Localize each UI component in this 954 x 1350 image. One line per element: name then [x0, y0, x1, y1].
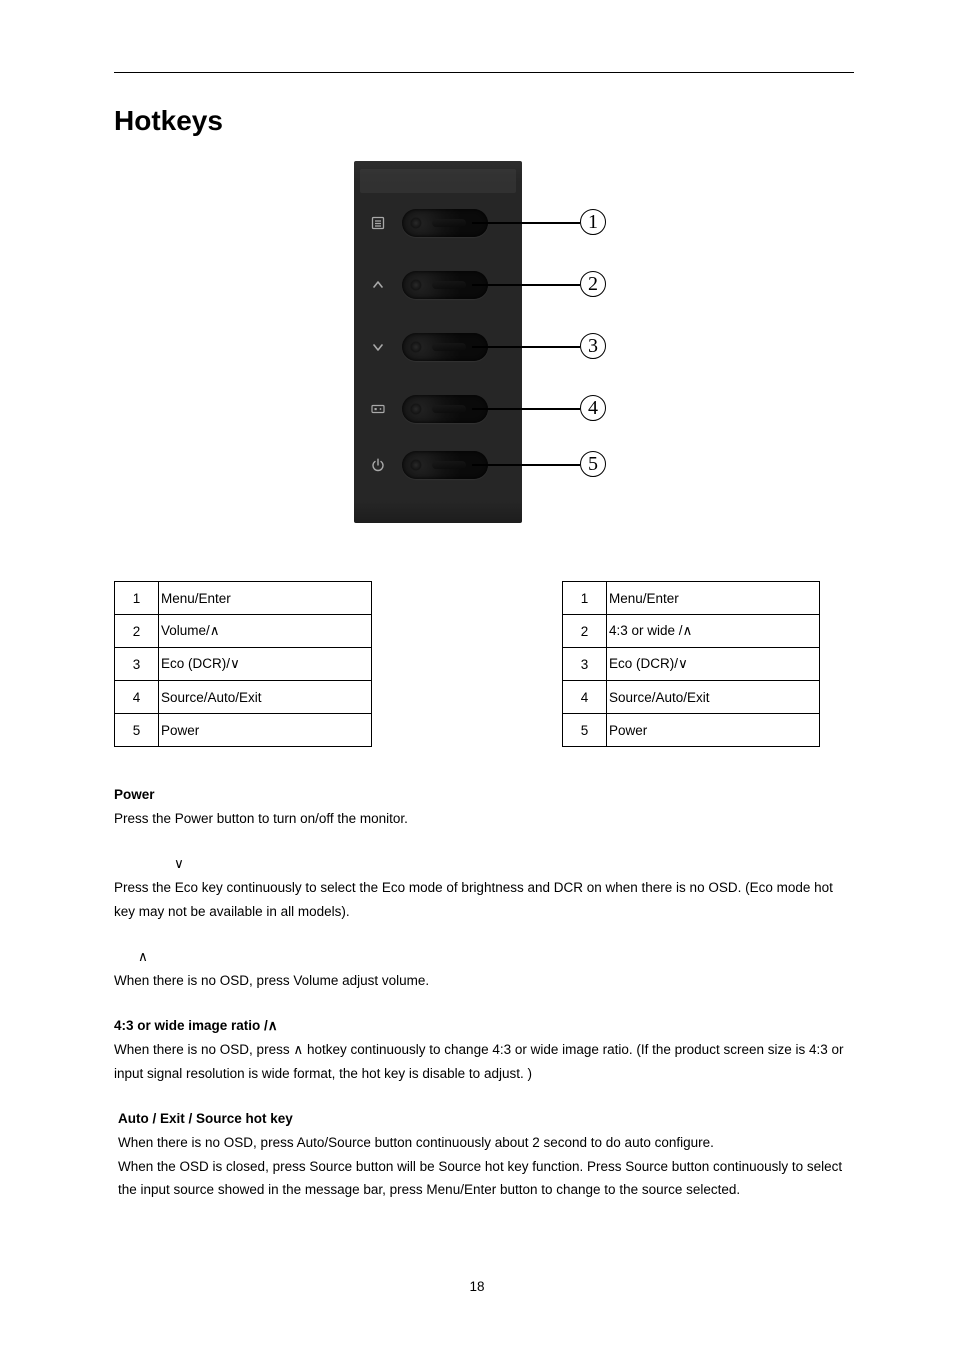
section-eco: ∨ Press the Eco key continuously to sele… — [114, 852, 854, 923]
heading-auto: Auto / Exit / Source hot key — [118, 1111, 293, 1126]
section-auto: Auto / Exit / Source hot key When there … — [118, 1107, 854, 1202]
table-row: 2Volume/∧ — [115, 615, 372, 648]
tables-row: 1Menu/Enter 2Volume/∧ 3Eco (DCR)/∨ 4Sour… — [114, 581, 854, 747]
cell-label: Source/Auto/Exit — [159, 681, 372, 714]
caret-up-symbol: ∧ — [138, 949, 148, 964]
cell-label: Power — [607, 714, 820, 747]
section-volume: ∧ When there is no OSD, press Volume adj… — [114, 945, 854, 992]
text-auto-2: When the OSD is closed, press Source but… — [118, 1155, 854, 1202]
heading-ratio: 4:3 or wide image ratio /∧ — [114, 1018, 278, 1033]
lead-4 — [472, 408, 580, 410]
menu-icon — [354, 215, 402, 231]
power-icon — [354, 457, 402, 473]
section-ratio: 4:3 or wide image ratio /∧ When there is… — [114, 1014, 854, 1085]
section-power: Power Press the Power button to turn on/… — [114, 783, 854, 830]
cell-label: Power — [159, 714, 372, 747]
table-row: 1Menu/Enter — [115, 582, 372, 615]
cell-num: 1 — [115, 582, 159, 615]
text-auto-1: When there is no OSD, press Auto/Source … — [118, 1131, 854, 1155]
diagram-wrap: 1 2 3 4 5 — [114, 161, 854, 523]
text-eco: Press the Eco key continuously to select… — [114, 876, 854, 923]
table-row: 1Menu/Enter — [563, 582, 820, 615]
cell-num: 4 — [563, 681, 607, 714]
cell-num: 5 — [563, 714, 607, 747]
lead-3 — [472, 346, 580, 348]
lead-2 — [472, 284, 580, 286]
cell-num: 4 — [115, 681, 159, 714]
left-hotkey-table: 1Menu/Enter 2Volume/∧ 3Eco (DCR)/∨ 4Sour… — [114, 581, 372, 747]
caret-up-icon — [354, 277, 402, 293]
table-row: 3Eco (DCR)/∨ — [563, 648, 820, 681]
cell-label: Menu/Enter — [159, 582, 372, 615]
caret-down-icon — [354, 339, 402, 355]
button-panel-diagram: 1 2 3 4 5 — [354, 161, 614, 523]
table-row: 4Source/Auto/Exit — [115, 681, 372, 714]
cell-num: 3 — [563, 648, 607, 681]
cell-label: Eco (DCR)/∨ — [159, 648, 372, 681]
page-title: Hotkeys — [114, 105, 854, 137]
callout-2: 2 — [580, 271, 606, 297]
right-hotkey-table: 1Menu/Enter 24:3 or wide /∧ 3Eco (DCR)/∨… — [562, 581, 820, 747]
table-row: 5Power — [115, 714, 372, 747]
body-text: Power Press the Power button to turn on/… — [114, 783, 854, 1202]
cell-label: Source/Auto/Exit — [607, 681, 820, 714]
lead-5 — [472, 464, 580, 466]
table-row: 3Eco (DCR)/∨ — [115, 648, 372, 681]
cell-label: Eco (DCR)/∨ — [607, 648, 820, 681]
heading-power: Power — [114, 787, 155, 802]
caret-down-symbol: ∨ — [174, 856, 184, 871]
text-ratio: When there is no OSD, press ∧ hotkey con… — [114, 1038, 854, 1085]
table-row: 5Power — [563, 714, 820, 747]
lead-1 — [472, 222, 580, 224]
panel-body — [354, 161, 522, 523]
callout-5: 5 — [580, 451, 606, 477]
cell-label: 4:3 or wide /∧ — [607, 615, 820, 648]
header-rule — [114, 72, 854, 73]
cell-label: Volume/∧ — [159, 615, 372, 648]
callout-3: 3 — [580, 333, 606, 359]
panel-top-gloss — [360, 169, 516, 193]
cell-num: 3 — [115, 648, 159, 681]
cell-label: Menu/Enter — [607, 582, 820, 615]
callout-1: 1 — [580, 209, 606, 235]
text-volume: When there is no OSD, press Volume adjus… — [114, 969, 854, 993]
table-row: 4Source/Auto/Exit — [563, 681, 820, 714]
cell-num: 1 — [563, 582, 607, 615]
table-row: 24:3 or wide /∧ — [563, 615, 820, 648]
text-power: Press the Power button to turn on/off th… — [114, 807, 854, 831]
cell-num: 5 — [115, 714, 159, 747]
source-icon — [354, 401, 402, 417]
page-number: 18 — [0, 1279, 954, 1294]
cell-num: 2 — [115, 615, 159, 648]
page: Hotkeys — [0, 0, 954, 1350]
cell-num: 2 — [563, 615, 607, 648]
callout-4: 4 — [580, 395, 606, 421]
